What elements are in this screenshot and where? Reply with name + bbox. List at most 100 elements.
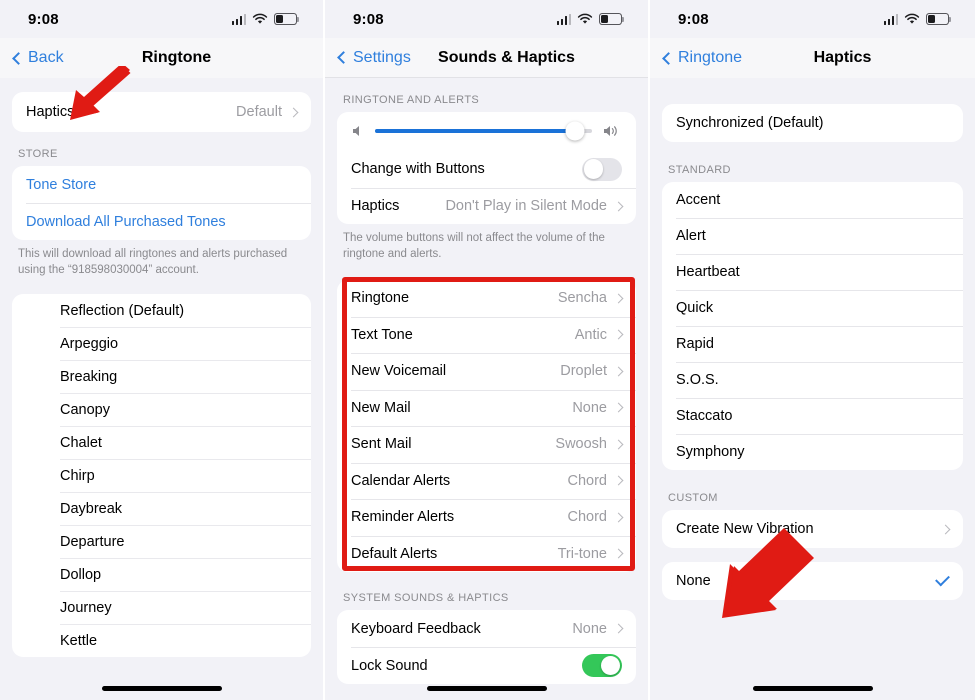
chevron-right-icon — [613, 201, 624, 211]
chevron-right-icon — [288, 107, 299, 117]
row-new-mail-label: New Mail — [351, 399, 411, 416]
chevron-left-icon — [662, 51, 675, 65]
back-button[interactable]: Back — [12, 49, 64, 67]
list-item[interactable]: Chirp — [12, 459, 311, 492]
status-bar: 9:08 — [325, 0, 648, 38]
row-new-voicemail-value: Droplet — [560, 363, 607, 380]
row-quick-label: Quick — [676, 300, 714, 316]
row-calendar-alerts-value: Chord — [567, 472, 608, 489]
home-indicator — [426, 686, 547, 691]
row-calendar-alerts[interactable]: Calendar Alerts Chord — [337, 462, 636, 500]
list-item[interactable]: Chalet — [12, 426, 311, 459]
row-ringtone-label: Ringtone — [351, 290, 410, 307]
row-default-alerts[interactable]: Default Alerts Tri-tone — [337, 535, 636, 573]
row-haptics[interactable]: Haptics Don't Play in Silent Mode — [337, 188, 636, 224]
row-new-mail[interactable]: New Mail None — [337, 389, 636, 427]
row-create-new-vibration-label: Create New Vibration — [676, 521, 814, 537]
status-time: 9:08 — [353, 10, 384, 28]
row-change-with-buttons[interactable]: Change with Buttons — [337, 150, 636, 188]
volume-slider-row[interactable] — [337, 112, 636, 150]
battery-icon — [274, 13, 299, 25]
row-ringtone[interactable]: Ringtone Sencha — [337, 280, 636, 317]
row-reminder-alerts-value: Chord — [567, 509, 608, 526]
row-create-new-vibration[interactable]: Create New Vibration — [662, 510, 963, 548]
store-card: Tone Store Download All Purchased Tones — [12, 166, 311, 240]
ringtone-alerts-header: RINGTONE AND ALERTS — [343, 94, 480, 106]
row-alert[interactable]: Alert — [662, 218, 963, 254]
battery-icon — [926, 13, 951, 25]
list-item[interactable]: Daybreak — [12, 492, 311, 525]
nav-bar: Ringtone Haptics — [650, 38, 975, 78]
status-bar: 9:08 — [0, 0, 323, 38]
row-sos-label: S.O.S. — [676, 372, 719, 388]
row-none[interactable]: None — [662, 562, 963, 600]
row-new-voicemail-label: New Voicemail — [351, 363, 447, 380]
chevron-right-icon — [613, 329, 624, 340]
panel2-content: RINGTONE AND ALERTS Change with Buttons … — [325, 78, 648, 685]
row-download-all-purchased-tones[interactable]: Download All Purchased Tones — [12, 203, 311, 240]
cellular-bars-icon — [883, 13, 898, 25]
row-heartbeat-label: Heartbeat — [676, 264, 740, 280]
row-download-all-purchased-tones-label: Download All Purchased Tones — [26, 213, 226, 230]
list-item[interactable]: Arpeggio — [12, 327, 311, 360]
row-staccato[interactable]: Staccato — [662, 398, 963, 434]
volume-slider-knob[interactable] — [565, 121, 585, 141]
nav-bar: Settings Sounds & Haptics — [325, 38, 648, 78]
chevron-right-icon — [613, 548, 624, 559]
row-sos[interactable]: S.O.S. — [662, 362, 963, 398]
back-button-label: Back — [28, 49, 64, 66]
volume-slider-track[interactable] — [375, 121, 592, 141]
change-with-buttons-toggle[interactable] — [582, 157, 622, 181]
wifi-icon — [252, 13, 268, 24]
back-button[interactable]: Ringtone — [662, 49, 742, 67]
list-item[interactable]: Canopy — [12, 393, 311, 426]
list-item[interactable]: Dollop — [12, 558, 311, 591]
row-keyboard-feedback[interactable]: Keyboard Feedback None — [337, 610, 636, 647]
synchronized-card: Synchronized (Default) — [662, 104, 963, 142]
list-item[interactable]: Kettle — [12, 624, 311, 657]
lock-sound-toggle[interactable] — [582, 654, 622, 678]
status-time: 9:08 — [28, 10, 59, 28]
panel3-content: Synchronized (Default) STANDARD Accent A… — [650, 78, 975, 600]
row-symphony[interactable]: Symphony — [662, 434, 963, 470]
row-sent-mail[interactable]: Sent Mail Swoosh — [337, 426, 636, 463]
row-text-tone[interactable]: Text Tone Antic — [337, 316, 636, 354]
row-default-alerts-label: Default Alerts — [351, 545, 438, 562]
list-item[interactable]: Departure — [12, 525, 311, 558]
wifi-icon — [904, 13, 920, 24]
row-lock-sound[interactable]: Lock Sound — [337, 647, 636, 684]
row-tone-store-label: Tone Store — [26, 176, 97, 193]
list-item[interactable]: Breaking — [12, 360, 311, 393]
row-accent[interactable]: Accent — [662, 182, 963, 218]
back-button[interactable]: Settings — [337, 48, 411, 67]
list-item[interactable]: Reflection (Default) — [12, 294, 311, 327]
row-synchronized-default[interactable]: Synchronized (Default) — [662, 104, 963, 142]
row-tone-store[interactable]: Tone Store — [12, 166, 311, 203]
row-reminder-alerts[interactable]: Reminder Alerts Chord — [337, 499, 636, 536]
row-rapid[interactable]: Rapid — [662, 326, 963, 362]
phone-screen-sounds-haptics: 9:08 Settings Sounds & Haptics RINGTONE … — [325, 0, 650, 700]
row-keyboard-feedback-value: None — [572, 620, 607, 637]
volume-slider-fill — [375, 129, 575, 133]
phone-screen-haptics: 9:08 Ringtone Haptics Synchronized (Defa… — [650, 0, 975, 700]
chevron-right-icon — [613, 623, 624, 634]
row-new-mail-value: None — [572, 399, 607, 416]
store-footnote: This will download all ringtones and ale… — [18, 248, 288, 276]
back-button-label: Settings — [353, 48, 411, 66]
row-new-voicemail[interactable]: New Voicemail Droplet — [337, 353, 636, 390]
chevron-right-icon — [613, 512, 624, 523]
row-ringtone-value: Sencha — [557, 290, 607, 307]
tones-card: Reflection (Default) Arpeggio Breaking C… — [12, 294, 311, 658]
list-item[interactable]: Journey — [12, 591, 311, 624]
row-rapid-label: Rapid — [676, 336, 714, 352]
wifi-icon — [577, 13, 593, 24]
standard-section-header: STANDARD — [668, 164, 731, 176]
row-haptics[interactable]: Haptics Default — [12, 92, 311, 132]
checkmark-icon — [935, 571, 950, 587]
volume-footnote: The volume buttons will not affect the v… — [343, 232, 605, 260]
row-heartbeat[interactable]: Heartbeat — [662, 254, 963, 290]
speaker-low-icon — [351, 124, 365, 138]
row-reminder-alerts-label: Reminder Alerts — [351, 509, 455, 526]
row-quick[interactable]: Quick — [662, 290, 963, 326]
row-change-with-buttons-label: Change with Buttons — [351, 161, 485, 177]
